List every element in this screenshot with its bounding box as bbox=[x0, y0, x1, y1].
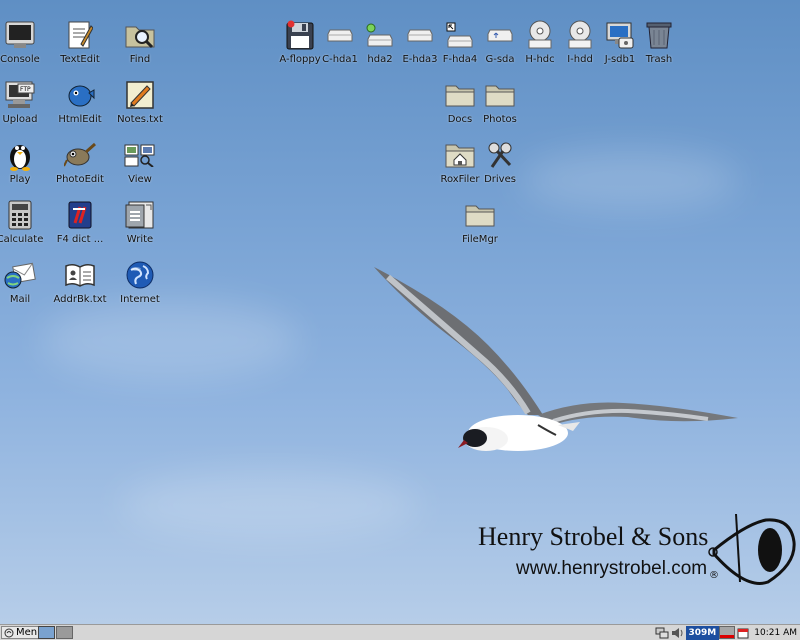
addrbk-launcher[interactable]: AddrBk.txt bbox=[48, 258, 112, 314]
system-tray: 309M 10:21 AM bbox=[654, 625, 800, 640]
trash-label: Trash bbox=[645, 54, 673, 65]
memory-indicator[interactable]: 309M bbox=[685, 625, 720, 640]
violin-logo bbox=[708, 513, 796, 585]
penguin-icon bbox=[3, 138, 37, 172]
address-book-icon bbox=[63, 258, 97, 292]
upload-icon: FTP bbox=[3, 78, 37, 112]
internet-label: Internet bbox=[120, 294, 160, 305]
brand-name: Henry Strobel & Sons bbox=[478, 522, 709, 551]
find-launcher[interactable]: Find bbox=[108, 18, 172, 74]
textedit-label: TextEdit bbox=[60, 54, 100, 65]
find-label: Find bbox=[129, 54, 151, 65]
trash-icon bbox=[642, 18, 676, 52]
console-label: Console bbox=[0, 54, 40, 65]
calculator-icon bbox=[3, 198, 37, 232]
notes-label: Notes.txt bbox=[117, 114, 163, 125]
folder-icon bbox=[483, 78, 517, 112]
write-label: Write bbox=[126, 234, 154, 245]
view-launcher[interactable]: View bbox=[108, 138, 172, 194]
photos-folder[interactable]: Photos bbox=[468, 78, 532, 134]
folder-icon bbox=[463, 198, 497, 232]
seagull-wallpaper-image bbox=[374, 267, 738, 451]
htmledit-launcher[interactable]: HtmlEdit bbox=[48, 78, 112, 134]
view-icon bbox=[123, 138, 157, 172]
photo-edit-icon bbox=[63, 138, 97, 172]
upload-launcher[interactable]: FTP Upload bbox=[0, 78, 52, 134]
folder-label: Photos bbox=[483, 114, 517, 125]
clock-icon bbox=[735, 625, 751, 640]
globe-icon bbox=[123, 258, 157, 292]
drives-launcher[interactable]: Drives bbox=[468, 138, 532, 194]
desktop[interactable]: Console TextEdit Find FTP Upload HtmlEdi… bbox=[0, 0, 800, 624]
upload-label: Upload bbox=[2, 114, 38, 125]
write-icon bbox=[123, 198, 157, 232]
addrbk-label: AddrBk.txt bbox=[53, 294, 107, 305]
trash-launcher[interactable]: Trash bbox=[627, 18, 691, 74]
play-label: Play bbox=[9, 174, 31, 185]
clock[interactable]: 10:21 AM bbox=[751, 626, 800, 640]
view-label: View bbox=[128, 174, 152, 185]
dictionary-icon bbox=[63, 198, 97, 232]
internet-launcher[interactable]: Internet bbox=[108, 258, 172, 314]
drives-icon bbox=[483, 138, 517, 172]
photoedit-label: PhotoEdit bbox=[56, 174, 104, 185]
workspace-1-button[interactable] bbox=[38, 626, 55, 639]
find-icon bbox=[123, 18, 157, 52]
brand-watermark: Henry Strobel & Sons www.henrystrobel.co… bbox=[478, 512, 798, 612]
console-launcher[interactable]: Console bbox=[0, 18, 52, 74]
filemgr-folder[interactable]: FileMgr bbox=[448, 198, 512, 254]
folder-label: Drives bbox=[484, 174, 516, 185]
taskbar: Menu 309M 10:21 AM bbox=[0, 624, 800, 640]
svg-text:FTP: FTP bbox=[20, 86, 31, 93]
htmledit-label: HtmlEdit bbox=[58, 114, 102, 125]
registered-mark: ® bbox=[709, 570, 719, 581]
workspace-2-button[interactable] bbox=[56, 626, 73, 639]
notes-icon bbox=[123, 78, 157, 112]
mail-launcher[interactable]: Mail bbox=[0, 258, 52, 314]
cpu-meter[interactable] bbox=[719, 626, 736, 639]
folder-label: FileMgr bbox=[462, 234, 498, 245]
brand-url: www.henrystrobel.com bbox=[516, 558, 708, 579]
mail-label: Mail bbox=[9, 294, 31, 305]
textedit-launcher[interactable]: TextEdit bbox=[48, 18, 112, 74]
menu-logo-icon bbox=[4, 628, 14, 637]
play-launcher[interactable]: Play bbox=[0, 138, 52, 194]
text-edit-icon bbox=[63, 18, 97, 52]
photoedit-launcher[interactable]: PhotoEdit bbox=[48, 138, 112, 194]
write-launcher[interactable]: Write bbox=[108, 198, 172, 254]
console-icon bbox=[3, 18, 37, 52]
calculate-label: Calculate bbox=[0, 234, 44, 245]
dictionary-launcher[interactable]: F4 dict ... bbox=[48, 198, 112, 254]
dictionary-label: F4 dict ... bbox=[56, 234, 104, 245]
calculate-launcher[interactable]: Calculate bbox=[0, 198, 52, 254]
volume-icon[interactable] bbox=[670, 625, 686, 640]
network-icon[interactable] bbox=[654, 625, 670, 640]
notes-launcher[interactable]: Notes.txt bbox=[108, 78, 172, 134]
mail-icon bbox=[3, 258, 37, 292]
html-edit-icon bbox=[63, 78, 97, 112]
